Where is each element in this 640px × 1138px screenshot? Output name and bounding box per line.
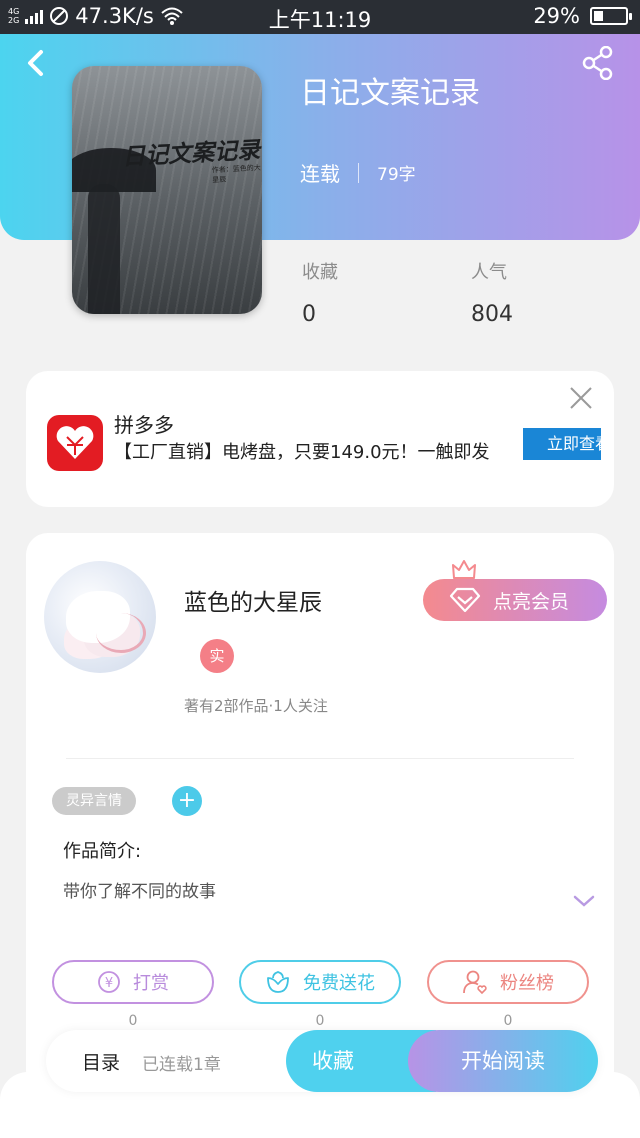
favorites-label: 收藏 <box>302 262 338 283</box>
ad-text: 【工厂直销】电烤盘，只要149.0元！一触即发 <box>114 442 490 463</box>
favorites-stat: 收藏 0 <box>302 258 338 327</box>
user-heart-icon <box>463 970 487 995</box>
battery-icon <box>590 7 632 25</box>
add-tag-button[interactable]: + <box>172 786 202 816</box>
popularity-stat: 人气 804 <box>471 258 513 327</box>
genre-tag[interactable]: 灵异言情 <box>52 787 136 815</box>
battery-percent: 29% <box>533 4 580 28</box>
cover-subtitle: 作者：蓝色的大星辰 <box>211 163 261 185</box>
yuan-icon: ¥ <box>98 971 120 993</box>
book-title: 日记文案记录 <box>300 76 480 111</box>
chapter-count[interactable]: 已连载1章 <box>142 1050 221 1075</box>
cover-figure <box>88 184 120 314</box>
favorites-value: 0 <box>302 302 316 327</box>
book-cover[interactable]: 日记文案记录 作者：蓝色的大星辰 <box>72 66 262 314</box>
start-reading-button[interactable]: 开始阅读 <box>408 1030 598 1092</box>
heart-logo-icon <box>56 426 94 459</box>
avatar-tail <box>96 613 146 653</box>
word-count: 79字 <box>377 165 416 185</box>
send-flower-button[interactable]: 免费送花 <box>239 960 401 1004</box>
status-divider <box>358 162 359 183</box>
share-icon[interactable] <box>582 46 614 80</box>
member-button[interactable]: 点亮会员 <box>423 579 607 621</box>
ad-cta-button[interactable]: 立即查看 <box>523 428 601 460</box>
diamond-icon <box>449 587 481 613</box>
intro-label: 作品简介: <box>63 841 142 862</box>
verified-badge: 实 <box>200 639 234 673</box>
tip-count: 0 <box>128 1013 138 1029</box>
fans-ranking-button[interactable]: 粉丝榜 <box>427 960 589 1004</box>
intro-text: 带你了解不同的故事 <box>63 882 216 902</box>
status-bar: 4G 2G 47.3K/s 上午11:19 29% <box>0 0 640 34</box>
bottom-bar: 目录 已连载1章 收藏 开始阅读 <box>46 1030 598 1092</box>
tip-label: 打赏 <box>133 973 169 994</box>
fans-count: 0 <box>503 1013 513 1029</box>
flower-icon <box>267 971 289 993</box>
tip-button[interactable]: ¥ 打赏 <box>52 960 214 1004</box>
book-status-row: 连载 79字 <box>300 158 416 187</box>
flower-count: 0 <box>315 1013 325 1029</box>
author-card: 蓝色的大星辰 实 著有2部作品·1人关注 点亮会员 灵异言情 + 作品简介: 带… <box>26 533 614 1093</box>
toc-button[interactable]: 目录 <box>82 1048 120 1075</box>
card-divider <box>66 758 574 759</box>
battery-level <box>594 11 603 21</box>
avatar[interactable] <box>44 561 156 673</box>
ad-brand: 拼多多 <box>114 413 174 437</box>
fans-ranking-label: 粉丝榜 <box>500 973 554 994</box>
author-meta: 著有2部作品·1人关注 <box>184 697 328 715</box>
chevron-down-icon[interactable] <box>572 893 596 909</box>
ad-logo-icon <box>47 415 103 471</box>
popularity-label: 人气 <box>471 262 507 283</box>
serial-status: 连载 <box>300 162 340 186</box>
chevron-left-icon[interactable] <box>22 46 52 80</box>
status-right: 29% <box>533 4 632 28</box>
send-flower-label: 免费送花 <box>303 973 375 994</box>
author-name[interactable]: 蓝色的大星辰 <box>184 583 322 617</box>
svg-text:¥: ¥ <box>105 976 113 991</box>
member-button-label: 点亮会员 <box>493 590 570 613</box>
ad-card[interactable]: 拼多多 【工厂直销】电烤盘，只要149.0元！一触即发 立即查看 <box>26 371 614 507</box>
close-icon[interactable] <box>568 385 594 411</box>
popularity-value: 804 <box>471 302 513 327</box>
crown-icon <box>452 560 476 579</box>
